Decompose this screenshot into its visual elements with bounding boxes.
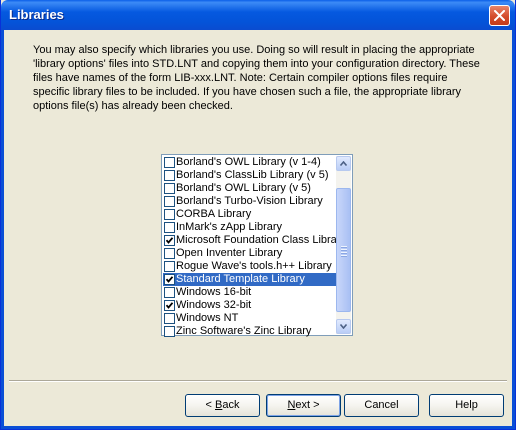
checkbox-unchecked[interactable] xyxy=(164,261,175,272)
library-list-item[interactable]: CORBA Library xyxy=(163,208,337,221)
checkmark-icon xyxy=(165,302,174,309)
title-bar[interactable]: Libraries xyxy=(1,0,515,30)
libraries-dialog: Libraries You may also specify which lib… xyxy=(0,0,516,430)
library-list-item[interactable]: Borland's OWL Library (v 1-4) xyxy=(163,156,337,169)
library-list-item[interactable]: InMark's zApp Library xyxy=(163,221,337,234)
library-label: Windows NT xyxy=(176,312,239,324)
library-label: Borland's ClassLib Library (v 5) xyxy=(176,169,329,181)
cancel-button[interactable]: Cancel xyxy=(344,394,419,417)
library-label: Windows 32-bit xyxy=(176,299,252,311)
checkbox-unchecked[interactable] xyxy=(164,209,175,220)
back-button[interactable]: < Back xyxy=(185,394,260,417)
library-label: Microsoft Foundation Class Library xyxy=(176,234,337,246)
frame-left xyxy=(1,30,4,429)
help-button[interactable]: Help xyxy=(429,394,504,417)
checkbox-unchecked[interactable] xyxy=(164,183,175,194)
next-button[interactable]: Next > xyxy=(266,394,341,417)
library-label: Borland's Turbo-Vision Library xyxy=(176,195,323,207)
library-label: CORBA Library xyxy=(176,208,252,220)
library-label: Open Inventer Library xyxy=(176,247,283,259)
library-label: Standard Template Library xyxy=(176,273,305,285)
help-label: Help xyxy=(455,399,478,411)
scroll-up-button[interactable] xyxy=(336,156,351,171)
checkmark-icon xyxy=(165,237,174,244)
button-separator xyxy=(9,380,507,382)
library-list-item[interactable]: Microsoft Foundation Class Library xyxy=(163,234,337,247)
scroll-down-button[interactable] xyxy=(336,319,351,334)
library-list-item[interactable]: Windows NT xyxy=(163,312,337,325)
library-list-item[interactable]: Windows 16-bit xyxy=(163,286,337,299)
checkbox-unchecked[interactable] xyxy=(164,326,175,337)
library-label: Borland's OWL Library (v 5) xyxy=(176,182,311,194)
libraries-list: Borland's OWL Library (v 1-4) Borland's C… xyxy=(163,156,337,338)
next-rest: ext > xyxy=(295,399,320,411)
cancel-label: Cancel xyxy=(364,399,399,411)
frame-right xyxy=(512,30,515,429)
library-list-item[interactable]: Zinc Software's Zinc Library xyxy=(163,325,337,338)
libraries-listbox[interactable]: Borland's OWL Library (v 1-4) Borland's C… xyxy=(161,154,353,338)
checkmark-icon xyxy=(165,276,174,283)
library-label: Zinc Software's Zinc Library xyxy=(176,325,312,337)
library-label: InMark's zApp Library xyxy=(176,221,283,233)
library-list-item[interactable]: Rogue Wave's tools.h++ Library xyxy=(163,260,337,273)
checkbox-checked[interactable] xyxy=(164,300,175,311)
library-list-item[interactable]: Standard Template Library xyxy=(163,273,337,286)
library-list-item[interactable]: Windows 32-bit xyxy=(163,299,337,312)
checkbox-unchecked[interactable] xyxy=(164,222,175,233)
library-label: Borland's OWL Library (v 1-4) xyxy=(176,156,321,168)
close-button[interactable] xyxy=(489,5,510,26)
library-list-item[interactable]: Borland's Turbo-Vision Library xyxy=(163,195,337,208)
checkbox-unchecked[interactable] xyxy=(164,170,175,181)
checkbox-unchecked[interactable] xyxy=(164,248,175,259)
back-rest: ack xyxy=(222,399,240,411)
close-icon xyxy=(494,10,505,21)
frame-bottom xyxy=(1,426,515,429)
library-label: Windows 16-bit xyxy=(176,286,252,298)
instructions-text: You may also specify which libraries you… xyxy=(33,44,480,112)
library-list-item[interactable]: Borland's OWL Library (v 5) xyxy=(163,182,337,195)
checkbox-unchecked[interactable] xyxy=(164,157,175,168)
chevron-down-icon xyxy=(340,324,347,329)
library-list-item[interactable]: Open Inventer Library xyxy=(163,247,337,260)
checkbox-unchecked[interactable] xyxy=(164,287,175,298)
checkbox-checked[interactable] xyxy=(164,274,175,285)
checkbox-checked[interactable] xyxy=(164,235,175,246)
back-prefix: < xyxy=(205,399,215,411)
chevron-up-icon xyxy=(340,161,347,166)
vertical-scrollbar[interactable] xyxy=(336,156,351,334)
checkbox-unchecked[interactable] xyxy=(164,196,175,207)
library-label: Rogue Wave's tools.h++ Library xyxy=(176,260,332,272)
library-list-item[interactable]: Borland's ClassLib Library (v 5) xyxy=(163,169,337,182)
scroll-thumb[interactable] xyxy=(336,188,351,312)
checkbox-unchecked[interactable] xyxy=(164,313,175,324)
window-title: Libraries xyxy=(9,7,64,22)
grip-icon xyxy=(341,246,347,258)
